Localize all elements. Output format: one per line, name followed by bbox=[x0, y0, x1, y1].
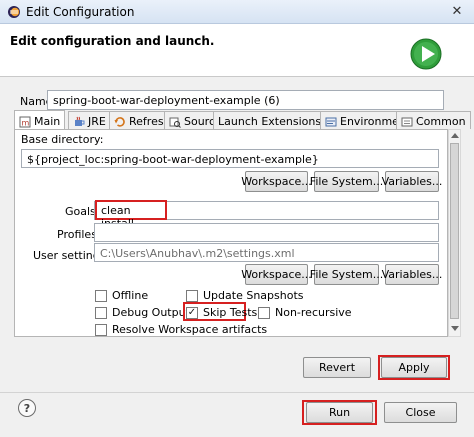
apply-button[interactable]: Apply bbox=[381, 357, 447, 378]
scroll-down-arrow-icon[interactable] bbox=[451, 326, 459, 331]
run-button[interactable]: Run bbox=[306, 402, 373, 423]
svg-text:m: m bbox=[22, 118, 30, 127]
eclipse-app-icon bbox=[8, 6, 20, 18]
resolve-workspace-checkbox[interactable]: Resolve Workspace artifacts bbox=[95, 323, 267, 336]
workspace-button-1[interactable]: Workspace... bbox=[241, 171, 312, 192]
tab-common-label: Common bbox=[416, 115, 466, 128]
debug-output-checkbox[interactable]: Debug Output bbox=[95, 306, 190, 319]
close-button[interactable]: Close bbox=[384, 402, 457, 423]
maven-main-icon: m bbox=[19, 116, 31, 127]
non-recursive-checkbox-box[interactable] bbox=[258, 306, 270, 319]
scroll-thumb[interactable] bbox=[450, 143, 459, 319]
vertical-scrollbar[interactable] bbox=[448, 129, 461, 337]
offline-checkbox-box[interactable] bbox=[95, 289, 107, 302]
name-field[interactable]: spring-boot-war-deployment-example (6) bbox=[47, 90, 444, 110]
dialog-separator bbox=[0, 392, 474, 393]
goals-value-highlight[interactable]: clean install bbox=[95, 200, 167, 230]
update-snapshots-checkbox-box[interactable] bbox=[186, 289, 198, 302]
update-snapshots-checkbox[interactable]: Update Snapshots bbox=[186, 289, 304, 302]
skip-tests-checkbox[interactable]: ✓ Skip Tests bbox=[186, 306, 257, 319]
resolve-workspace-checkbox-box[interactable] bbox=[95, 323, 107, 336]
run-launch-icon bbox=[410, 38, 442, 70]
tab-jre-label: JRE bbox=[88, 115, 106, 128]
jre-icon bbox=[75, 116, 85, 126]
non-recursive-checkbox[interactable]: Non-recursive bbox=[258, 306, 352, 319]
source-icon bbox=[169, 117, 181, 128]
tab-jre[interactable]: JRE bbox=[68, 111, 111, 129]
variables-button-2[interactable]: Variables... bbox=[382, 264, 442, 285]
file-system-button-2[interactable]: File System... bbox=[310, 264, 383, 285]
close-window-icon[interactable]: ✕ bbox=[446, 3, 468, 20]
window-title: Edit Configuration bbox=[26, 5, 135, 19]
debug-output-checkbox-box[interactable] bbox=[95, 306, 107, 319]
scroll-up-arrow-icon[interactable] bbox=[451, 133, 459, 138]
file-system-button-1[interactable]: File System... bbox=[310, 171, 383, 192]
refresh-icon bbox=[114, 116, 125, 127]
user-settings-field[interactable]: C:\Users\Anubhav\.m2\settings.xml bbox=[94, 243, 439, 262]
revert-button[interactable]: Revert bbox=[303, 357, 371, 378]
tab-launch-extensions[interactable]: Launch Extensions bbox=[213, 111, 327, 129]
help-icon[interactable]: ? bbox=[18, 399, 36, 417]
tab-main-label: Main bbox=[34, 115, 61, 128]
workspace-button-2[interactable]: Workspace... bbox=[241, 264, 312, 285]
tab-common[interactable]: Common bbox=[396, 111, 471, 129]
base-directory-label: Base directory: bbox=[21, 133, 104, 146]
offline-checkbox[interactable]: Offline bbox=[95, 289, 148, 302]
common-icon bbox=[401, 117, 413, 126]
profiles-field[interactable] bbox=[94, 223, 439, 242]
tab-launch-extensions-label: Launch Extensions bbox=[218, 115, 322, 128]
header-title: Edit configuration and launch. bbox=[10, 34, 215, 48]
base-directory-field[interactable]: ${project_loc:spring-boot-war-deployment… bbox=[21, 149, 439, 168]
variables-button-1[interactable]: Variables... bbox=[382, 171, 442, 192]
title-bar: Edit Configuration ✕ bbox=[0, 0, 474, 24]
tab-main[interactable]: m Main bbox=[14, 110, 66, 130]
environment-icon bbox=[325, 117, 337, 126]
dialog-header: Edit configuration and launch. bbox=[0, 24, 474, 77]
skip-tests-checkbox-box[interactable]: ✓ bbox=[186, 306, 198, 319]
tab-bar: m Main JRE Refresh Source Launch Extensi… bbox=[14, 110, 471, 131]
